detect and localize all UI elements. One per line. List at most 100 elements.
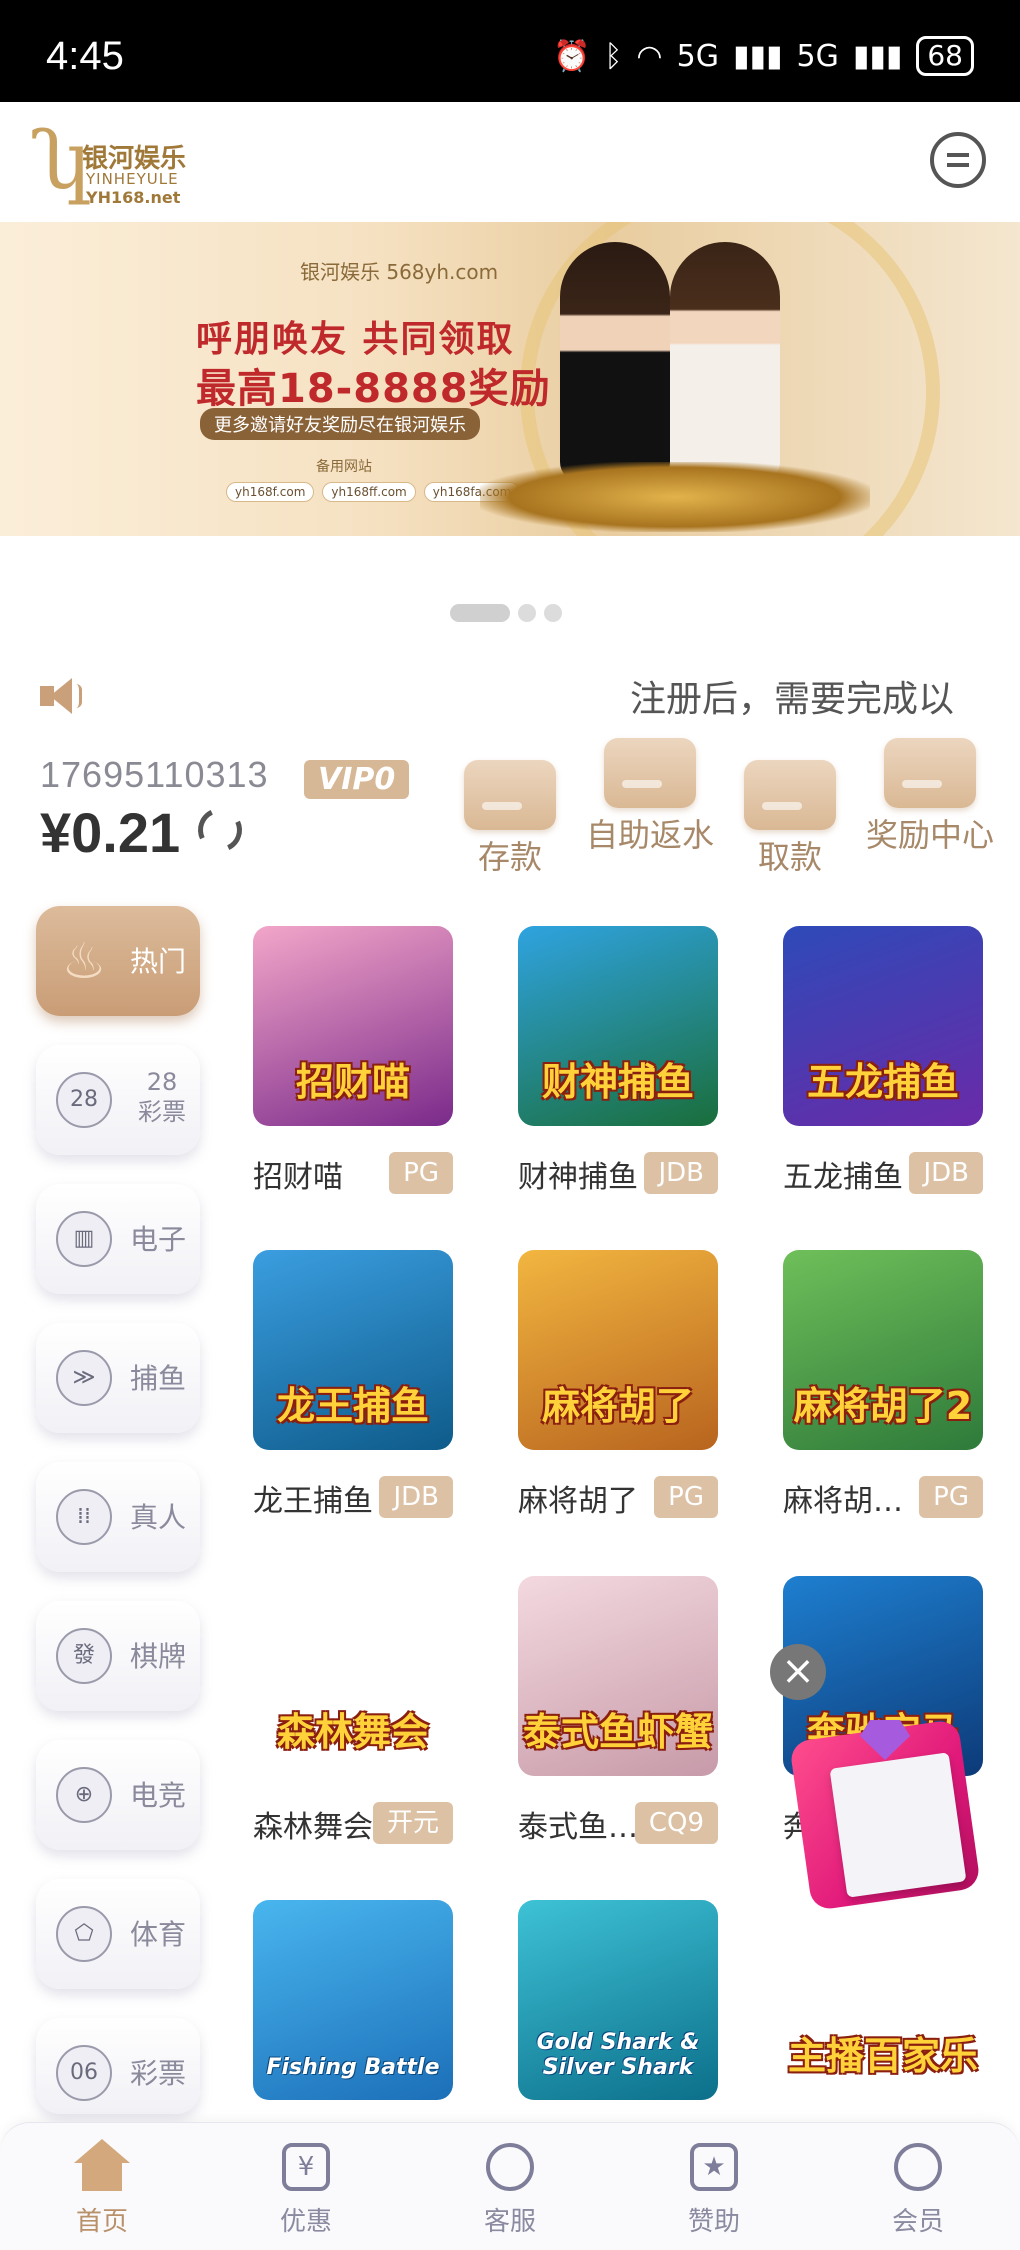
game-thumbnail[interactable]: 五龙捕鱼 — [783, 926, 983, 1126]
game-card[interactable]: 麻将胡了2 麻将胡… PG — [783, 1250, 983, 1540]
status-bar: 4:45 ⏰ ᛒ ◠ 5G ▮▮▮ 5G ▮▮▮ 68 — [0, 0, 1020, 102]
announcement-text: 注册后，需要完成以 — [630, 679, 955, 720]
rebate-wallet-icon — [604, 738, 696, 808]
provider-tag: PG — [919, 1476, 983, 1518]
rebate-label: 自助返水 — [585, 816, 714, 854]
nav-label: 赞助 — [687, 2207, 740, 2237]
game-art-title: Gold Shark & Silver Shark — [536, 2030, 700, 2080]
withdraw-button[interactable]: 取款 — [720, 760, 860, 876]
status-time: 4:45 — [46, 34, 124, 78]
category-slots[interactable]: ▥ 电子 — [36, 1184, 200, 1294]
game-name: 财神捕鱼 — [518, 1160, 638, 1195]
game-art-title: 财神捕鱼 — [541, 1060, 694, 1104]
game-art-title: 五龙捕鱼 — [806, 1060, 959, 1104]
game-card[interactable]: 招财喵 招财喵 PG — [253, 926, 453, 1216]
category-label: 真人 — [130, 1501, 187, 1534]
provider-tag: JDB — [644, 1152, 718, 1194]
category-28-lottery[interactable]: 28 28 彩票 — [36, 1045, 200, 1155]
banner-url: yh168ff.com — [322, 482, 416, 502]
pagination-dot[interactable] — [450, 604, 510, 622]
game-card[interactable]: 泰式鱼虾蟹 泰式鱼… CQ9 — [518, 1576, 718, 1866]
close-icon[interactable]: × — [770, 1644, 826, 1700]
nav-home[interactable]: 首页 — [42, 2139, 162, 2238]
game-art-title: 森林舞会 — [276, 1710, 429, 1754]
banner-logo: 银河娱乐 568yh.com — [300, 260, 499, 284]
refresh-icon[interactable] — [191, 801, 249, 859]
game-art-title: Fishing Battle — [266, 2055, 440, 2080]
game-thumbnail[interactable]: 龙王捕鱼 — [253, 1250, 453, 1450]
deposit-label: 存款 — [477, 838, 542, 876]
category-live[interactable]: ⁞⁞ 真人 — [36, 1462, 200, 1572]
gift-card — [829, 1752, 967, 1898]
provider-tag: PG — [389, 1152, 453, 1194]
brand-logo[interactable]: ʮ 银河娱乐 YINHEYULE YH168.net — [30, 118, 190, 210]
game-card[interactable]: 财神捕鱼 财神捕鱼 JDB — [518, 926, 718, 1216]
game-thumbnail[interactable]: 主播百家乐 — [783, 1900, 983, 2100]
fish-icon: ≫ — [56, 1350, 112, 1406]
home-icon — [74, 2139, 130, 2195]
game-card[interactable]: 龙王捕鱼 龙王捕鱼 JDB — [253, 1250, 453, 1540]
headset-icon — [482, 2139, 538, 2195]
category-lottery[interactable]: 06 彩票 — [36, 2018, 200, 2114]
nav-member[interactable]: 会员 — [858, 2139, 978, 2238]
banner-subtitle: 更多邀请好友奖励尽在银河娱乐 — [200, 408, 480, 440]
game-thumbnail[interactable]: 招财喵 — [253, 926, 453, 1126]
category-chess-cards[interactable]: 發 棋牌 — [36, 1601, 200, 1711]
game-card[interactable]: 森林舞会 森林舞会 开元 — [253, 1576, 453, 1866]
game-thumbnail[interactable]: 麻将胡了2 — [783, 1250, 983, 1450]
game-thumbnail[interactable]: 财神捕鱼 — [518, 926, 718, 1126]
game-name: 泰式鱼… — [518, 1810, 638, 1845]
game-card[interactable]: 五龙捕鱼 五龙捕鱼 JDB — [783, 926, 983, 1216]
flame-icon: ♨ — [61, 932, 107, 990]
game-thumbnail[interactable]: 麻将胡了 — [518, 1250, 718, 1450]
promo-banner[interactable]: 银河娱乐 568yh.com 呼朋唤友 共同领取 最高18-8888奖励 更多邀… — [0, 222, 1020, 536]
vip-badge[interactable]: VIP0 — [304, 760, 410, 799]
alarm-icon: ⏰ — [553, 38, 591, 74]
game-thumbnail[interactable]: Fishing Battle — [253, 1900, 453, 2100]
pagination-dot[interactable] — [544, 604, 562, 622]
nav-label: 首页 — [75, 2207, 128, 2237]
bookmark-star-icon: ★ — [686, 2139, 742, 2195]
game-art-title: 主播百家乐 — [787, 2034, 978, 2078]
signal-icon-2: ▮▮▮ — [852, 38, 903, 74]
reward-wallet-icon — [884, 738, 976, 808]
game-name: 招财喵 — [253, 1160, 343, 1195]
nav-label: 会员 — [891, 2207, 944, 2237]
rebate-button[interactable]: 自助返水 — [580, 738, 720, 854]
banner-model-left — [560, 242, 670, 482]
nav-promotions[interactable]: ¥ 优惠 — [246, 2139, 366, 2238]
lottery-ball-icon: 06 — [56, 2045, 112, 2101]
banner-pagination — [450, 604, 562, 622]
chat-bubble-icon[interactable] — [930, 132, 986, 188]
mahjong-tile-icon: 發 — [56, 1628, 112, 1684]
lottery-28-icon: 28 — [56, 1072, 112, 1128]
app-header: ʮ 银河娱乐 YINHEYULE YH168.net — [0, 102, 1020, 222]
nav-sponsorship[interactable]: ★ 赞助 — [654, 2139, 774, 2238]
game-name: 麻将胡… — [783, 1484, 903, 1519]
category-label: 电竞 — [130, 1779, 187, 1812]
ticket-glyph: ¥ — [282, 2143, 330, 2191]
game-art-title: 麻将胡了2 — [793, 1384, 973, 1428]
announcement-bar[interactable]: 注册后，需要完成以 — [0, 660, 1020, 730]
nav-label: 客服 — [483, 2207, 536, 2237]
game-thumbnail[interactable]: Gold Shark & Silver Shark — [518, 1900, 718, 2100]
provider-tag: JDB — [379, 1476, 453, 1518]
provider-tag: JDB — [909, 1152, 983, 1194]
rewards-center-button[interactable]: 奖励中心 — [860, 738, 1000, 854]
game-thumbnail[interactable]: 森林舞会 — [253, 1576, 453, 1776]
gift-box-icon[interactable] — [788, 1718, 990, 1920]
pagination-dot[interactable] — [518, 604, 536, 622]
category-sports[interactable]: ⬠ 体育 — [36, 1879, 200, 1989]
game-card[interactable]: 麻将胡了 麻将胡了 PG — [518, 1250, 718, 1540]
bluetooth-icon: ᛒ — [604, 38, 623, 74]
banner-backup-label: 备用网站 — [316, 459, 372, 475]
category-fishing[interactable]: ≫ 捕鱼 — [36, 1323, 200, 1433]
nav-support[interactable]: 客服 — [450, 2139, 570, 2238]
deposit-button[interactable]: 存款 — [440, 760, 580, 876]
game-thumbnail[interactable]: 泰式鱼虾蟹 — [518, 1576, 718, 1776]
star-glyph: ★ — [690, 2143, 738, 2191]
category-hot[interactable]: ♨ 热门 — [36, 906, 200, 1016]
game-art-title: 泰式鱼虾蟹 — [522, 1710, 713, 1754]
category-esports[interactable]: ⊕ 电竞 — [36, 1740, 200, 1850]
app-root: 4:45 ⏰ ᛒ ◠ 5G ▮▮▮ 5G ▮▮▮ 68 ʮ 银河娱乐 YINHE… — [0, 0, 1020, 2250]
